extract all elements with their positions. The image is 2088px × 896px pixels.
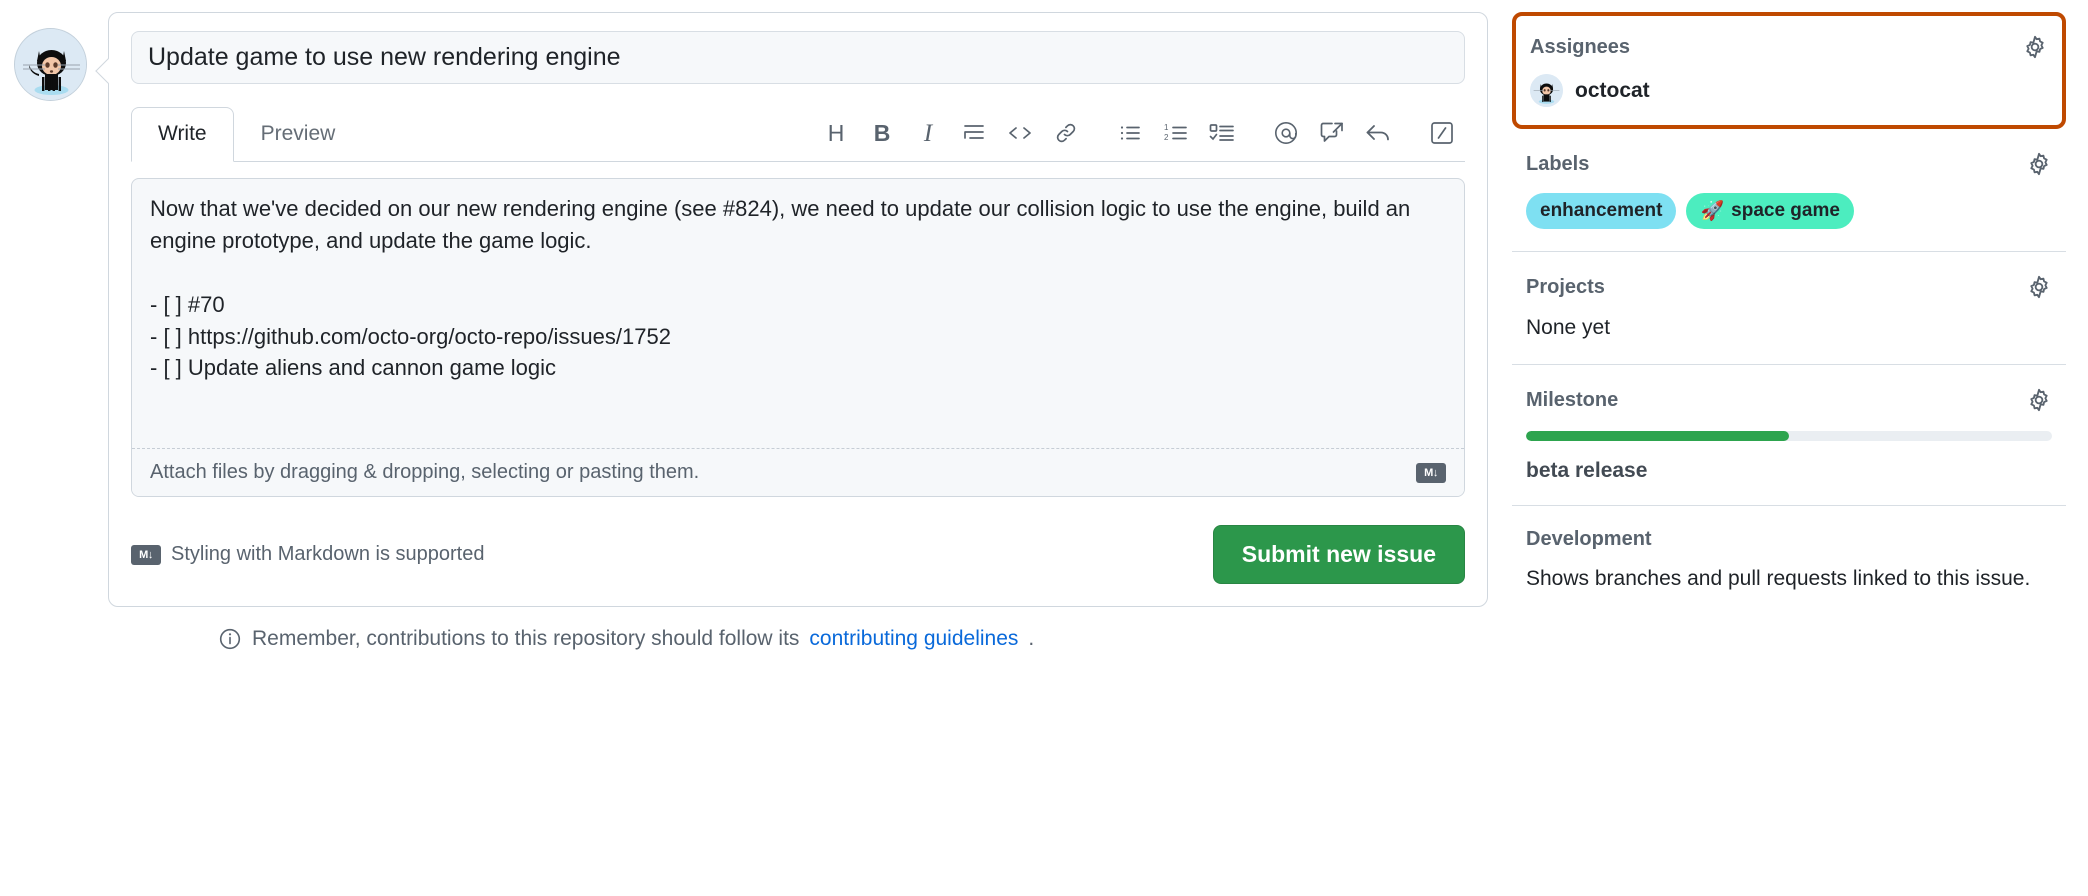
attach-files-row: Attach files by dragging & dropping, sel… <box>132 449 1464 496</box>
gear-icon[interactable] <box>2026 151 2052 177</box>
development-title: Development <box>1526 528 1652 551</box>
info-icon <box>218 627 242 651</box>
link-icon[interactable] <box>1043 113 1089 153</box>
issue-title-input[interactable] <box>131 31 1465 84</box>
label-chip[interactable]: 🚀 space game <box>1686 193 1853 229</box>
issue-body-textarea[interactable]: Now that we've decided on our new render… <box>132 179 1464 449</box>
editor-tabs-row: Write Preview H B I <box>131 106 1465 162</box>
new-issue-page: Write Preview H B I <box>0 0 2088 896</box>
svg-text:1: 1 <box>1164 123 1169 132</box>
tab-preview[interactable]: Preview <box>234 107 363 162</box>
comment-box: Write Preview H B I <box>108 12 1488 607</box>
author-avatar-column <box>0 12 100 101</box>
projects-title: Projects <box>1526 276 1605 299</box>
bold-icon[interactable]: B <box>859 113 905 153</box>
italic-icon[interactable]: I <box>905 113 951 153</box>
markdown-badge-icon: M↓ <box>131 545 161 565</box>
milestone-progress-bar <box>1526 431 2052 441</box>
attach-files-hint: Attach files by dragging & dropping, sel… <box>150 461 699 484</box>
assignee-item[interactable]: octocat <box>1530 74 2048 107</box>
avatar <box>14 28 87 101</box>
compose-footer: M↓ Styling with Markdown is supported Su… <box>131 525 1465 584</box>
sidebar-section-projects: Projects None yet <box>1512 252 2066 365</box>
milestone-name[interactable]: beta release <box>1526 459 2052 483</box>
svg-text:2: 2 <box>1164 133 1169 142</box>
markdown-support-label: Styling with Markdown is supported <box>171 543 484 566</box>
projects-header: Projects <box>1526 274 2052 300</box>
remember-text-prefix: Remember, contributions to this reposito… <box>252 627 799 651</box>
ordered-list-icon[interactable]: 1 2 <box>1153 113 1199 153</box>
label-emoji: 🚀 <box>1700 199 1724 223</box>
labels-title: Labels <box>1526 153 1589 176</box>
quote-icon[interactable] <box>951 113 997 153</box>
milestone-header: Milestone <box>1526 387 2052 413</box>
markdown-support-note[interactable]: M↓ Styling with Markdown is supported <box>131 543 484 566</box>
markdown-icon: M↓ <box>1416 463 1446 483</box>
assignee-name: octocat <box>1575 79 1650 103</box>
submit-new-issue-button[interactable]: Submit new issue <box>1213 525 1465 584</box>
reply-icon[interactable] <box>1355 113 1401 153</box>
remember-text-suffix: . <box>1028 627 1034 651</box>
tab-write[interactable]: Write <box>131 107 234 162</box>
sidebar-section-milestone: Milestone beta release <box>1512 365 2066 506</box>
milestone-title: Milestone <box>1526 389 1618 412</box>
label-chip[interactable]: enhancement <box>1526 193 1676 229</box>
code-icon[interactable] <box>997 113 1043 153</box>
heading-icon[interactable]: H <box>813 113 859 153</box>
issue-body-area: Now that we've decided on our new render… <box>131 178 1465 497</box>
label-text: enhancement <box>1540 200 1662 222</box>
labels-list: enhancement 🚀 space game <box>1526 193 2052 229</box>
development-header: Development <box>1526 528 2052 551</box>
assignee-avatar <box>1530 74 1563 107</box>
sidebar-section-development: Development Shows branches and pull requ… <box>1512 506 2066 615</box>
task-list-icon[interactable] <box>1199 113 1245 153</box>
assignees-header: Assignees <box>1530 34 2048 60</box>
unordered-list-icon[interactable] <box>1107 113 1153 153</box>
gear-icon[interactable] <box>2022 34 2048 60</box>
comment-box-wrapper: Write Preview H B I <box>108 12 1490 651</box>
issue-sidebar: Assignees <box>1490 0 2088 616</box>
projects-value: None yet <box>1526 314 2052 342</box>
sidebar-section-labels: Labels enhancement 🚀 space game <box>1512 129 2066 252</box>
contributing-guidelines-note: Remember, contributions to this reposito… <box>218 627 1490 651</box>
sidebar-section-assignees: Assignees <box>1512 12 2066 129</box>
labels-header: Labels <box>1526 151 2052 177</box>
development-value: Shows branches and pull requests linked … <box>1526 565 2052 593</box>
slash-command-icon[interactable] <box>1419 113 1465 153</box>
gear-icon[interactable] <box>2026 387 2052 413</box>
editor-tabs: Write Preview <box>131 106 362 161</box>
markdown-toolbar: H B I <box>813 113 1465 161</box>
cross-reference-icon[interactable] <box>1309 113 1355 153</box>
milestone-progress-fill <box>1526 431 1789 441</box>
gear-icon[interactable] <box>2026 274 2052 300</box>
issue-compose-column: Write Preview H B I <box>0 0 1490 651</box>
label-text: space game <box>1731 200 1840 222</box>
contributing-guidelines-link[interactable]: contributing guidelines <box>809 627 1018 651</box>
assignees-title: Assignees <box>1530 36 1630 59</box>
mention-icon[interactable] <box>1263 113 1309 153</box>
octocat-glyph <box>15 29 87 101</box>
